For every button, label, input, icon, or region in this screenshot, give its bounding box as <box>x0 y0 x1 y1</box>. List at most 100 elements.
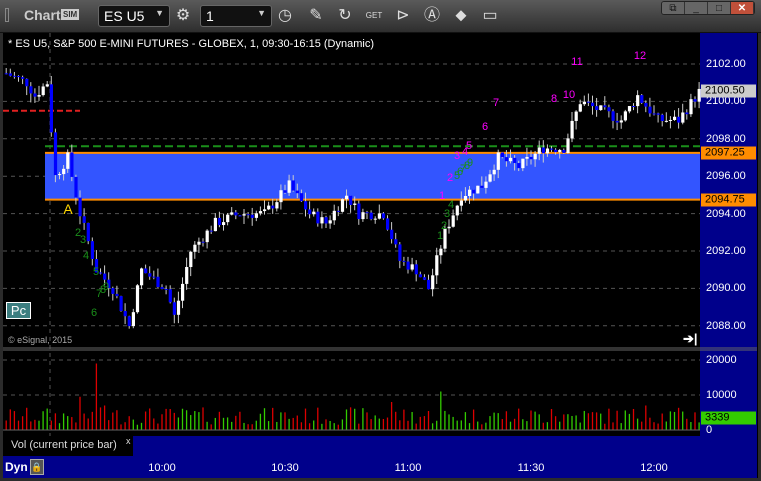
candle-body <box>29 86 33 94</box>
annotation-a: A <box>63 201 73 217</box>
td-count-green: 4 <box>82 250 90 262</box>
candle-body <box>295 190 299 194</box>
candle-body <box>353 203 357 205</box>
candle-body <box>238 215 242 217</box>
candle-body <box>377 213 381 219</box>
candle-body <box>627 106 632 112</box>
candle-body <box>591 102 595 107</box>
candle-body <box>677 116 681 123</box>
candle-body <box>275 202 279 209</box>
candle-body <box>99 272 103 274</box>
candle-body <box>127 316 131 327</box>
candle-body <box>189 251 193 267</box>
td-count-magenta: 12 <box>633 50 647 62</box>
time-axis-label: 11:00 <box>394 462 422 474</box>
candle-body <box>685 112 689 115</box>
current-volume-badge: 3339 <box>701 411 756 425</box>
td-count-green: 5 <box>92 266 100 278</box>
price-plot <box>3 33 757 456</box>
candle-body <box>140 268 144 286</box>
candle-body <box>209 230 213 232</box>
candle-body <box>373 218 377 220</box>
td-count-green: 2 <box>440 220 448 232</box>
candle-body <box>17 76 21 78</box>
candle-body <box>144 268 148 274</box>
close-study-icon[interactable]: x <box>126 436 131 446</box>
price-axis-label: 2098.00 <box>706 132 746 145</box>
candle-body <box>336 210 340 212</box>
pc-button[interactable]: Pc <box>6 302 31 319</box>
candle-body <box>53 132 58 176</box>
candle-body <box>574 111 578 121</box>
candle-body <box>463 196 468 201</box>
candle-body <box>550 148 554 150</box>
chart-header: * ES U5, S&P 500 E-MINI FUTURES - GLOBEX… <box>8 38 374 50</box>
candle-body <box>8 73 12 76</box>
candle-body <box>480 185 484 188</box>
td-count-magenta: 7 <box>492 97 500 109</box>
td-count-magenta: 11 <box>571 56 583 68</box>
candle-body <box>254 213 258 218</box>
candle-body <box>615 120 619 123</box>
candle-body <box>504 157 509 162</box>
candle-body <box>267 205 271 210</box>
candle-body <box>636 95 640 107</box>
candle-body <box>304 201 308 210</box>
candle-body <box>37 95 41 97</box>
candle-body <box>398 244 402 261</box>
time-axis-label: 12:00 <box>640 462 668 474</box>
lock-icon[interactable]: 🔒 <box>30 459 44 475</box>
dynamic-label: Dyn <box>5 460 28 474</box>
candle-body <box>74 176 78 198</box>
candle-body <box>217 217 222 226</box>
upper-level-badge: 2097.25 <box>701 146 756 160</box>
td-count-magenta: 6 <box>481 121 489 133</box>
candle-body <box>181 283 185 301</box>
candle-body <box>185 266 189 284</box>
candle-body <box>533 153 537 160</box>
candle-body <box>316 211 320 224</box>
candle-body <box>521 158 525 169</box>
candle-body <box>496 152 500 170</box>
candle-body <box>607 107 611 112</box>
candle-body <box>45 84 49 87</box>
candle-body <box>402 260 406 262</box>
candle-body <box>681 112 685 123</box>
candle-body <box>365 212 369 214</box>
time-axis[interactable] <box>3 456 700 478</box>
level-band <box>45 152 700 200</box>
vol-axis-label: 20000 <box>706 354 737 366</box>
td-count-magenta: 8 <box>550 93 558 105</box>
candle-body <box>619 120 623 123</box>
candle-body <box>492 169 496 175</box>
candle-body <box>488 174 492 182</box>
scroll-to-end-icon[interactable]: ➔| <box>683 331 698 347</box>
volume-study-label[interactable]: Vol (current price bar) <box>3 436 133 456</box>
price-axis-label: 2094.00 <box>706 207 746 220</box>
candle-body <box>640 95 644 103</box>
candle-body <box>4 73 8 75</box>
candle-body <box>86 222 90 242</box>
candle-body <box>242 214 246 216</box>
candle-body <box>599 105 603 111</box>
candle-body <box>258 211 263 214</box>
candle-body <box>427 279 431 290</box>
candle-body <box>648 106 652 114</box>
candle-body <box>656 113 660 115</box>
candle-body <box>431 275 435 290</box>
candle-body <box>33 93 37 97</box>
candle-body <box>135 285 140 313</box>
candle-body <box>103 273 107 280</box>
candle-body <box>49 84 53 133</box>
candle-body <box>78 197 82 217</box>
candle-body <box>451 215 455 227</box>
candle-body <box>291 180 295 191</box>
td-count-magenta: 1 <box>438 190 446 202</box>
candle-body <box>439 248 443 256</box>
candle-body <box>566 138 570 153</box>
candle-body <box>632 106 636 108</box>
td-count-green: 9 <box>466 157 474 169</box>
candle-body <box>660 114 664 121</box>
candle-body <box>537 147 541 154</box>
td-count-green: 9 <box>102 281 110 293</box>
